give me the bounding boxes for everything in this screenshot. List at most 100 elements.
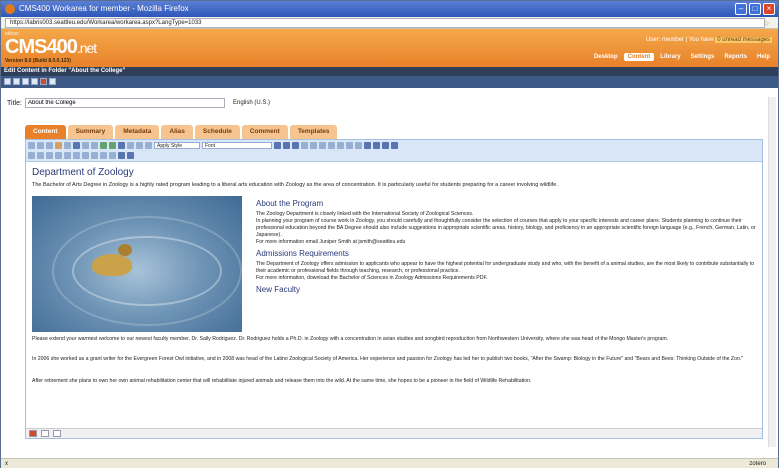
maximize-button[interactable]: □ [749, 3, 761, 15]
nav-settings[interactable]: Settings [687, 53, 719, 61]
underline-icon[interactable] [292, 142, 299, 149]
window-title: CMS400 Workarea for member - Mozilla Fir… [19, 4, 189, 13]
radio-icon[interactable] [91, 152, 98, 159]
link-icon[interactable] [100, 142, 107, 149]
editor-content[interactable]: Department of Zoology The Bachelor of Ar… [26, 162, 762, 417]
checkbox-icon[interactable] [82, 152, 89, 159]
paste-text-icon[interactable] [55, 142, 62, 149]
tab-templates[interactable]: Templates [289, 125, 338, 139]
browser-window: CMS400 Workarea for member - Mozilla Fir… [0, 0, 779, 468]
save-icon[interactable] [4, 78, 11, 85]
doc-intro: The Bachelor of Arts Degree in Zoology i… [32, 182, 558, 188]
anchor-icon[interactable] [64, 152, 71, 159]
version-line: Version 8.0 (Build 8.0.0.123) [5, 58, 71, 64]
tab-comment[interactable]: Comment [241, 125, 288, 139]
fac-p1: Please extend your warmest welcome to ou… [32, 336, 669, 342]
special-char-icon[interactable] [37, 152, 44, 159]
checkin-icon[interactable] [13, 78, 20, 85]
ordered-list-icon[interactable] [328, 142, 335, 149]
textfield-icon[interactable] [100, 152, 107, 159]
print-icon[interactable] [64, 142, 71, 149]
duckling-body [92, 254, 132, 276]
nav-help[interactable]: Help [753, 53, 774, 61]
doc-heading: Department of Zoology [32, 167, 134, 178]
heading-about: About the Program [256, 199, 324, 208]
hr-icon[interactable] [28, 152, 35, 159]
title-input[interactable] [25, 98, 225, 108]
paste-icon[interactable] [46, 142, 53, 149]
nav-reports[interactable]: Reports [720, 53, 751, 61]
indent-icon[interactable] [355, 142, 362, 149]
adm-p1: The Department of Zoology offers admissi… [256, 261, 755, 274]
unread-messages-link[interactable]: 0 unread messages [715, 37, 772, 43]
rich-text-editor: Apply Style Font Department of Zoology T… [25, 139, 763, 439]
about-p2: In planning your program of course work … [256, 218, 756, 238]
url-field[interactable]: https://labris003.seattleu.edu/Workarea/… [5, 18, 765, 28]
find-icon[interactable] [73, 142, 80, 149]
properties-icon[interactable] [127, 152, 134, 159]
align-right-icon[interactable] [382, 142, 389, 149]
font-color-icon[interactable] [46, 152, 53, 159]
bold-icon[interactable] [274, 142, 281, 149]
superscript-icon[interactable] [310, 142, 317, 149]
style-select[interactable]: Apply Style [154, 142, 200, 149]
preview-mode-icon[interactable] [53, 430, 61, 437]
nav-content[interactable]: Content [623, 53, 655, 61]
spellcheck-icon[interactable] [145, 142, 152, 149]
editor-mode-bar [26, 428, 762, 438]
help-icon[interactable] [49, 78, 56, 85]
address-bar: https://labris003.seattleu.edu/Workarea/… [1, 17, 778, 29]
minimize-button[interactable]: – [735, 3, 747, 15]
tab-alias[interactable]: Alias [161, 125, 193, 139]
highlight-icon[interactable] [55, 152, 62, 159]
edit-context-bar: Edit Content in Folder "About the Colleg… [1, 67, 778, 76]
close-button[interactable]: × [763, 3, 775, 15]
cms-logo: ektron CMS400.net Version 8.0 (Build 8.0… [5, 31, 97, 64]
html-mode-icon[interactable] [41, 430, 49, 437]
italic-icon[interactable] [283, 142, 290, 149]
redo-icon[interactable] [91, 142, 98, 149]
cut-icon[interactable] [28, 142, 35, 149]
tab-summary[interactable]: Summary [67, 125, 114, 139]
flash-icon[interactable] [136, 142, 143, 149]
cms-header: ektron CMS400.net Version 8.0 (Build 8.0… [1, 29, 778, 67]
justify-icon[interactable] [391, 142, 398, 149]
nav-desktop[interactable]: Desktop [590, 53, 622, 61]
unordered-list-icon[interactable] [337, 142, 344, 149]
user-message: User: member | You have 0 unread message… [646, 37, 772, 43]
table-icon[interactable] [127, 142, 134, 149]
fac-p3: After retirement she plans to own her ow… [32, 378, 532, 384]
duckling-head [118, 244, 132, 256]
strike-icon[interactable] [301, 142, 308, 149]
undo-icon[interactable] [82, 142, 89, 149]
library-icon[interactable] [118, 152, 125, 159]
image-icon[interactable] [118, 142, 125, 149]
publish-icon[interactable] [22, 78, 29, 85]
language-label: English (U.S.) [233, 100, 271, 106]
unlink-icon[interactable] [109, 142, 116, 149]
status-left: x [5, 461, 8, 467]
design-mode-icon[interactable] [29, 430, 37, 437]
window-controls: – □ × [735, 3, 775, 15]
tab-content[interactable]: Content [25, 125, 66, 139]
align-left-icon[interactable] [364, 142, 371, 149]
main-nav: Desktop Content Library Settings Reports… [590, 53, 774, 61]
tab-schedule[interactable]: Schedule [194, 125, 240, 139]
subscript-icon[interactable] [319, 142, 326, 149]
logo-version: 400 [46, 36, 77, 58]
align-center-icon[interactable] [373, 142, 380, 149]
cancel-icon[interactable] [40, 78, 47, 85]
preview-icon[interactable] [31, 78, 38, 85]
nav-library[interactable]: Library [656, 53, 684, 61]
vertical-scrollbar[interactable] [768, 97, 776, 447]
logo-cms: CMS [5, 36, 47, 58]
title-row: Title: English (U.S.) [1, 97, 771, 111]
action-toolbar [1, 76, 778, 88]
button-icon[interactable] [109, 152, 116, 159]
tab-metadata[interactable]: Metadata [115, 125, 160, 139]
outdent-icon[interactable] [346, 142, 353, 149]
duckling-photo [32, 196, 242, 332]
copy-icon[interactable] [37, 142, 44, 149]
form-icon[interactable] [73, 152, 80, 159]
font-select[interactable]: Font [202, 142, 272, 149]
